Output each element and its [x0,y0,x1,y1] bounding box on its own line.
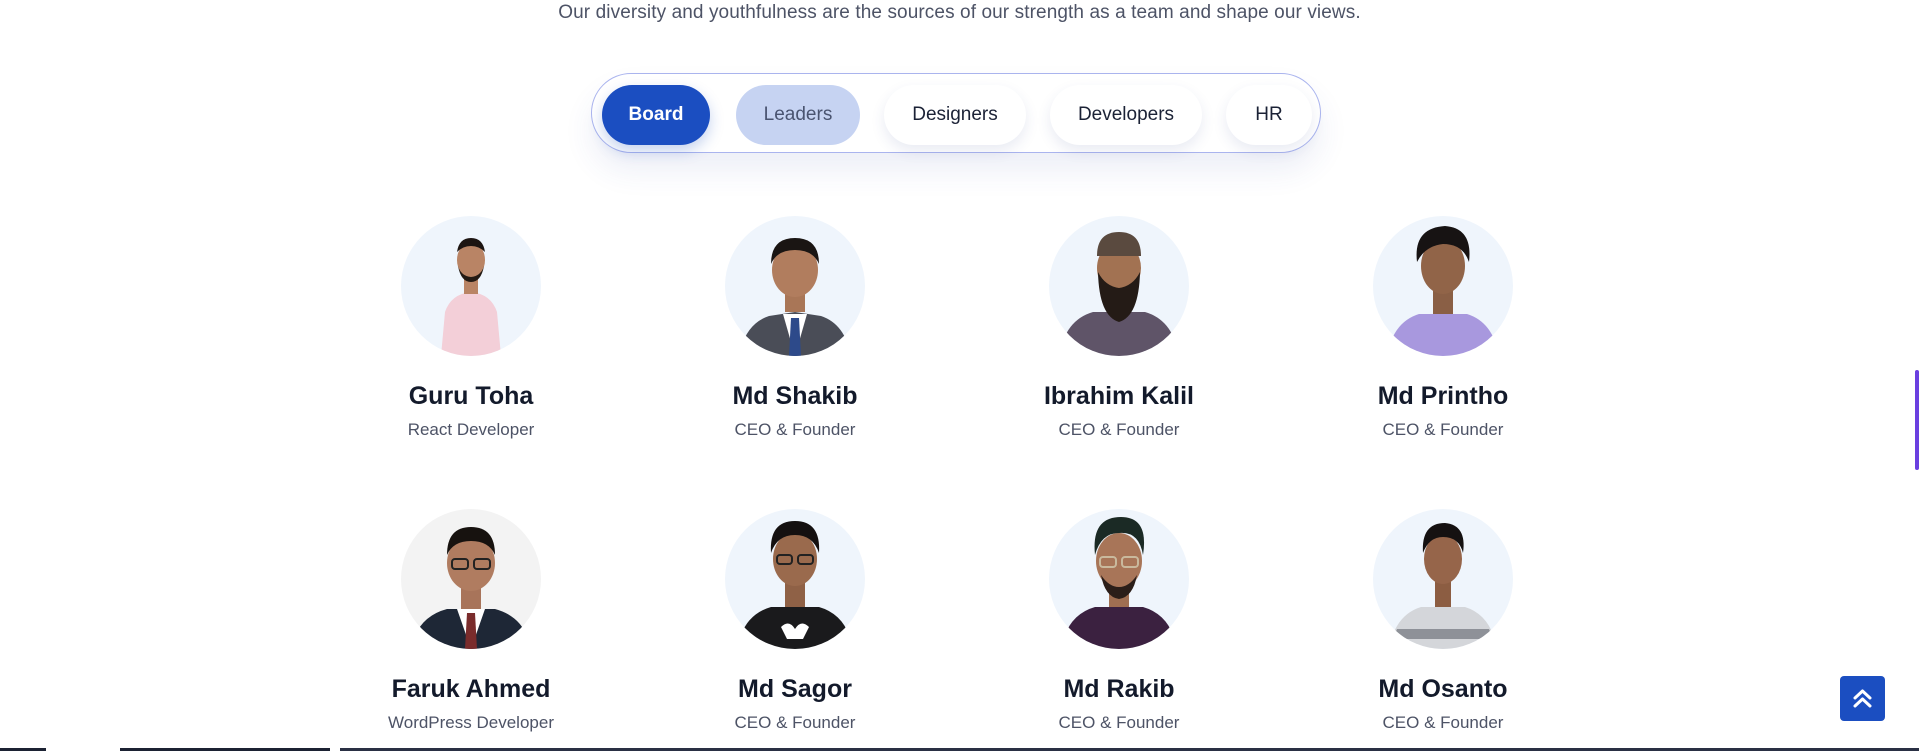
member-role: CEO & Founder [1382,713,1504,732]
scroll-to-top-button[interactable] [1840,676,1885,721]
scroll-progress-indicator [1915,370,1919,470]
member-photo [1049,509,1189,649]
member-name: Md Osanto [1378,675,1508,703]
section-subtitle: Our diversity and youthfulness are the s… [558,2,1361,23]
member-name: Md Rakib [1063,675,1175,703]
tab-developers[interactable]: Developers [1050,85,1202,145]
member-role: CEO & Founder [734,420,856,439]
member-name: Faruk Ahmed [391,675,551,703]
team-member-card: Md Shakib CEO & Founder [655,216,935,441]
team-member-card: Md Sagor CEO & Founder [655,509,935,734]
member-name: Md Printho [1377,382,1509,410]
team-member-card: Md Osanto CEO & Founder [1303,509,1583,734]
team-member-card: Md Rakib CEO & Founder [979,509,1259,734]
member-photo [401,216,541,356]
member-photo [1373,216,1513,356]
member-role: React Developer [407,420,535,439]
member-name: Ibrahim Kalil [1043,382,1195,410]
team-section: Our diversity and youthfulness are the s… [0,0,1919,751]
member-role: WordPress Developer [388,713,554,732]
member-role: CEO & Founder [734,713,856,732]
tab-leaders[interactable]: Leaders [736,85,860,145]
member-photo [725,216,865,356]
tab-hr[interactable]: HR [1226,85,1312,145]
team-member-card: Faruk Ahmed WordPress Developer [331,509,611,734]
team-filter-tabs: Board Leaders Designers Developers HR [591,73,1321,153]
member-name: Md Shakib [732,382,858,410]
team-member-card: Guru Toha React Developer [331,216,611,441]
team-member-card: Ibrahim Kalil CEO & Founder [979,216,1259,441]
member-photo [725,509,865,649]
team-member-card: Md Printho CEO & Founder [1303,216,1583,441]
member-photo [1049,216,1189,356]
member-role: CEO & Founder [1058,713,1180,732]
member-name: Guru Toha [408,382,534,410]
tab-designers[interactable]: Designers [884,85,1026,145]
member-name: Md Sagor [738,675,852,703]
member-photo [1373,509,1513,649]
member-role: CEO & Founder [1382,420,1504,439]
member-role: CEO & Founder [1058,420,1180,439]
tab-board[interactable]: Board [602,85,710,145]
double-chevron-up-icon [1853,689,1872,708]
member-photo [401,509,541,649]
